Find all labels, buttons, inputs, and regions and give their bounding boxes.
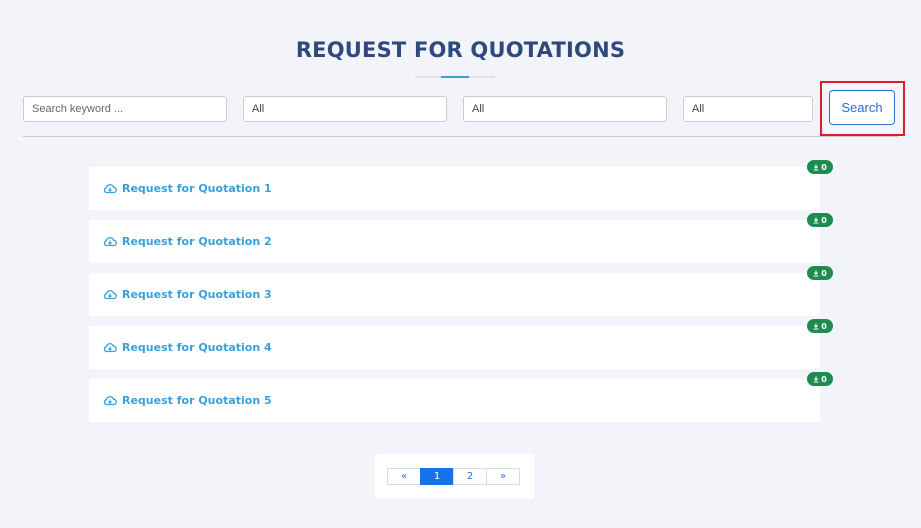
pagination: « 1 2 »: [387, 468, 520, 485]
quotation-link[interactable]: Request for Quotation 1: [103, 182, 272, 195]
list-item: Request for Quotation 3 0: [89, 266, 833, 316]
cloud-download-icon: [103, 183, 117, 194]
download-count: 0: [821, 268, 827, 278]
search-keyword-input[interactable]: [23, 96, 227, 122]
download-icon: [813, 323, 819, 330]
download-count-badge: 0: [807, 213, 833, 227]
filter-divider: [23, 136, 898, 137]
download-count-badge: 0: [807, 160, 833, 174]
list-item: Request for Quotation 2 0: [89, 213, 833, 263]
pagination-prev[interactable]: «: [387, 468, 421, 485]
pagination-page-2[interactable]: 2: [453, 468, 487, 485]
list-item: Request for Quotation 1 0: [89, 160, 833, 210]
cloud-download-icon: [103, 395, 117, 406]
pagination-page-1[interactable]: 1: [420, 468, 454, 485]
download-icon: [813, 217, 819, 224]
page-title: REQUEST FOR QUOTATIONS: [295, 38, 626, 62]
search-button[interactable]: Search: [829, 90, 895, 125]
download-count: 0: [821, 374, 827, 384]
download-count: 0: [821, 215, 827, 225]
list-item: Request for Quotation 4 0: [89, 319, 833, 369]
download-count: 0: [821, 162, 827, 172]
filter-select-2[interactable]: [463, 96, 667, 122]
quotation-link[interactable]: Request for Quotation 3: [103, 288, 272, 301]
cloud-download-icon: [103, 342, 117, 353]
filter-select-3[interactable]: [683, 96, 813, 122]
quotation-title: Request for Quotation 2: [122, 235, 272, 248]
download-icon: [813, 164, 819, 171]
quotation-list: Request for Quotation 1 0 Request for Qu…: [89, 160, 833, 432]
download-count-badge: 0: [807, 319, 833, 333]
cloud-download-icon: [103, 289, 117, 300]
title-underline-accent: [441, 76, 469, 78]
quotation-title: Request for Quotation 1: [122, 182, 272, 195]
quotation-link[interactable]: Request for Quotation 5: [103, 394, 272, 407]
filter-select-1[interactable]: [243, 96, 447, 122]
pagination-container: « 1 2 »: [375, 454, 534, 499]
download-count-badge: 0: [807, 266, 833, 280]
title-underline: [415, 76, 495, 78]
list-item: Request for Quotation 5 0: [89, 372, 833, 422]
download-count-badge: 0: [807, 372, 833, 386]
download-count: 0: [821, 321, 827, 331]
cloud-download-icon: [103, 236, 117, 247]
filter-bar: [0, 96, 921, 126]
pagination-next[interactable]: »: [486, 468, 520, 485]
download-icon: [813, 376, 819, 383]
quotation-title: Request for Quotation 3: [122, 288, 272, 301]
quotation-link[interactable]: Request for Quotation 4: [103, 341, 272, 354]
quotation-link[interactable]: Request for Quotation 2: [103, 235, 272, 248]
quotation-title: Request for Quotation 5: [122, 394, 272, 407]
download-icon: [813, 270, 819, 277]
quotation-title: Request for Quotation 4: [122, 341, 272, 354]
